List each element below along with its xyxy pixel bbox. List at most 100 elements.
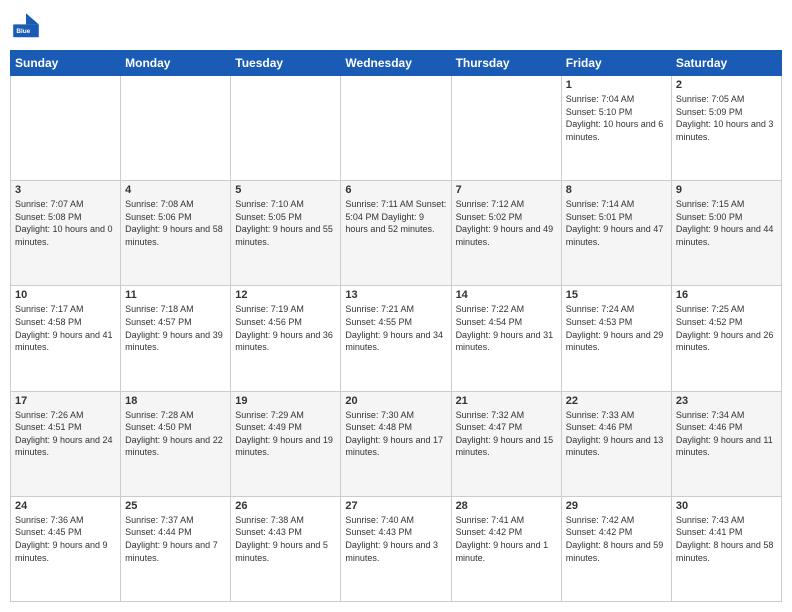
week-row-2: 10 Sunrise: 7:17 AM Sunset: 4:58 PM Dayli… (11, 286, 782, 391)
calendar-cell (451, 76, 561, 181)
day-number: 29 (566, 500, 667, 512)
day-info: Sunrise: 7:17 AM Sunset: 4:58 PM Dayligh… (15, 303, 116, 353)
svg-text:Blue: Blue (16, 28, 30, 35)
day-number: 6 (345, 184, 446, 196)
day-number: 30 (676, 500, 777, 512)
calendar-cell: 25 Sunrise: 7:37 AM Sunset: 4:44 PM Dayli… (121, 496, 231, 601)
calendar-cell (121, 76, 231, 181)
day-number: 1 (566, 79, 667, 91)
calendar-cell: 29 Sunrise: 7:42 AM Sunset: 4:42 PM Dayli… (561, 496, 671, 601)
day-info: Sunrise: 7:32 AM Sunset: 4:47 PM Dayligh… (456, 409, 557, 459)
day-number: 4 (125, 184, 226, 196)
day-number: 17 (15, 395, 116, 407)
day-info: Sunrise: 7:08 AM Sunset: 5:06 PM Dayligh… (125, 198, 226, 248)
day-number: 24 (15, 500, 116, 512)
day-info: Sunrise: 7:10 AM Sunset: 5:05 PM Dayligh… (235, 198, 336, 248)
weekday-header-thursday: Thursday (451, 51, 561, 76)
calendar-cell: 12 Sunrise: 7:19 AM Sunset: 4:56 PM Dayli… (231, 286, 341, 391)
day-info: Sunrise: 7:43 AM Sunset: 4:41 PM Dayligh… (676, 514, 777, 564)
weekday-header-monday: Monday (121, 51, 231, 76)
day-number: 23 (676, 395, 777, 407)
calendar-cell: 13 Sunrise: 7:21 AM Sunset: 4:55 PM Dayli… (341, 286, 451, 391)
weekday-header-sunday: Sunday (11, 51, 121, 76)
calendar-cell: 4 Sunrise: 7:08 AM Sunset: 5:06 PM Daylig… (121, 181, 231, 286)
calendar-cell: 17 Sunrise: 7:26 AM Sunset: 4:51 PM Dayli… (11, 391, 121, 496)
day-info: Sunrise: 7:15 AM Sunset: 5:00 PM Dayligh… (676, 198, 777, 248)
day-info: Sunrise: 7:05 AM Sunset: 5:09 PM Dayligh… (676, 93, 777, 143)
day-info: Sunrise: 7:14 AM Sunset: 5:01 PM Dayligh… (566, 198, 667, 248)
calendar-cell: 22 Sunrise: 7:33 AM Sunset: 4:46 PM Dayli… (561, 391, 671, 496)
calendar-cell: 15 Sunrise: 7:24 AM Sunset: 4:53 PM Dayli… (561, 286, 671, 391)
calendar-cell: 10 Sunrise: 7:17 AM Sunset: 4:58 PM Dayli… (11, 286, 121, 391)
calendar-cell: 23Sunrise: 7:34 AM Sunset: 4:46 PM Dayli… (671, 391, 781, 496)
day-info: Sunrise: 7:22 AM Sunset: 4:54 PM Dayligh… (456, 303, 557, 353)
calendar-cell: 27 Sunrise: 7:40 AM Sunset: 4:43 PM Dayli… (341, 496, 451, 601)
day-info: Sunrise: 7:26 AM Sunset: 4:51 PM Dayligh… (15, 409, 116, 459)
week-row-1: 3 Sunrise: 7:07 AM Sunset: 5:08 PM Daylig… (11, 181, 782, 286)
day-number: 7 (456, 184, 557, 196)
day-info: Sunrise: 7:41 AM Sunset: 4:42 PM Dayligh… (456, 514, 557, 564)
calendar-cell: 9 Sunrise: 7:15 AM Sunset: 5:00 PM Daylig… (671, 181, 781, 286)
day-number: 8 (566, 184, 667, 196)
calendar-cell: 24 Sunrise: 7:36 AM Sunset: 4:45 PM Dayli… (11, 496, 121, 601)
day-info: Sunrise: 7:21 AM Sunset: 4:55 PM Dayligh… (345, 303, 446, 353)
day-info: Sunrise: 7:07 AM Sunset: 5:08 PM Dayligh… (15, 198, 116, 248)
day-info: Sunrise: 7:38 AM Sunset: 4:43 PM Dayligh… (235, 514, 336, 564)
calendar-cell: 26Sunrise: 7:38 AM Sunset: 4:43 PM Dayli… (231, 496, 341, 601)
calendar-cell: 5Sunrise: 7:10 AM Sunset: 5:05 PM Daylig… (231, 181, 341, 286)
week-row-3: 17 Sunrise: 7:26 AM Sunset: 4:51 PM Dayli… (11, 391, 782, 496)
day-number: 18 (125, 395, 226, 407)
calendar-cell: 11 Sunrise: 7:18 AM Sunset: 4:57 PM Dayli… (121, 286, 231, 391)
calendar-cell: 28 Sunrise: 7:41 AM Sunset: 4:42 PM Dayli… (451, 496, 561, 601)
calendar-cell: 2 Sunrise: 7:05 AM Sunset: 5:09 PM Daylig… (671, 76, 781, 181)
calendar-cell: 6 Sunrise: 7:11 AM Sunset: 5:04 PM Daylig… (341, 181, 451, 286)
day-number: 15 (566, 289, 667, 301)
day-number: 14 (456, 289, 557, 301)
day-number: 9 (676, 184, 777, 196)
day-info: Sunrise: 7:04 AM Sunset: 5:10 PM Dayligh… (566, 93, 667, 143)
day-number: 19 (235, 395, 336, 407)
day-info: Sunrise: 7:11 AM Sunset: 5:04 PM Dayligh… (345, 198, 446, 236)
day-number: 20 (345, 395, 446, 407)
week-row-0: 1 Sunrise: 7:04 AM Sunset: 5:10 PM Daylig… (11, 76, 782, 181)
calendar-cell: 18 Sunrise: 7:28 AM Sunset: 4:50 PM Dayli… (121, 391, 231, 496)
day-info: Sunrise: 7:30 AM Sunset: 4:48 PM Dayligh… (345, 409, 446, 459)
day-number: 3 (15, 184, 116, 196)
header: Blue (10, 10, 782, 42)
week-row-4: 24 Sunrise: 7:36 AM Sunset: 4:45 PM Dayli… (11, 496, 782, 601)
day-info: Sunrise: 7:24 AM Sunset: 4:53 PM Dayligh… (566, 303, 667, 353)
weekday-header-friday: Friday (561, 51, 671, 76)
day-number: 21 (456, 395, 557, 407)
day-number: 12 (235, 289, 336, 301)
calendar-cell: 20 Sunrise: 7:30 AM Sunset: 4:48 PM Dayli… (341, 391, 451, 496)
day-number: 16 (676, 289, 777, 301)
day-number: 2 (676, 79, 777, 91)
day-number: 27 (345, 500, 446, 512)
day-info: Sunrise: 7:37 AM Sunset: 4:44 PM Dayligh… (125, 514, 226, 564)
day-info: Sunrise: 7:18 AM Sunset: 4:57 PM Dayligh… (125, 303, 226, 353)
day-info: Sunrise: 7:33 AM Sunset: 4:46 PM Dayligh… (566, 409, 667, 459)
weekday-header-tuesday: Tuesday (231, 51, 341, 76)
day-number: 13 (345, 289, 446, 301)
day-number: 25 (125, 500, 226, 512)
day-number: 11 (125, 289, 226, 301)
day-info: Sunrise: 7:29 AM Sunset: 4:49 PM Dayligh… (235, 409, 336, 459)
day-info: Sunrise: 7:12 AM Sunset: 5:02 PM Dayligh… (456, 198, 557, 248)
calendar-cell: 21 Sunrise: 7:32 AM Sunset: 4:47 PM Dayli… (451, 391, 561, 496)
calendar-cell (231, 76, 341, 181)
calendar-table: SundayMondayTuesdayWednesdayThursdayFrid… (10, 50, 782, 602)
weekday-header-wednesday: Wednesday (341, 51, 451, 76)
day-info: Sunrise: 7:19 AM Sunset: 4:56 PM Dayligh… (235, 303, 336, 353)
calendar-cell (11, 76, 121, 181)
page: Blue SundayMondayTuesdayWednesdayThursda… (0, 0, 792, 612)
calendar-cell: 19 Sunrise: 7:29 AM Sunset: 4:49 PM Dayli… (231, 391, 341, 496)
day-info: Sunrise: 7:36 AM Sunset: 4:45 PM Dayligh… (15, 514, 116, 564)
day-info: Sunrise: 7:28 AM Sunset: 4:50 PM Dayligh… (125, 409, 226, 459)
day-info: Sunrise: 7:40 AM Sunset: 4:43 PM Dayligh… (345, 514, 446, 564)
day-info: Sunrise: 7:42 AM Sunset: 4:42 PM Dayligh… (566, 514, 667, 564)
calendar-cell: 14 Sunrise: 7:22 AM Sunset: 4:54 PM Dayli… (451, 286, 561, 391)
day-number: 10 (15, 289, 116, 301)
day-number: 22 (566, 395, 667, 407)
day-number: 28 (456, 500, 557, 512)
weekday-header-saturday: Saturday (671, 51, 781, 76)
